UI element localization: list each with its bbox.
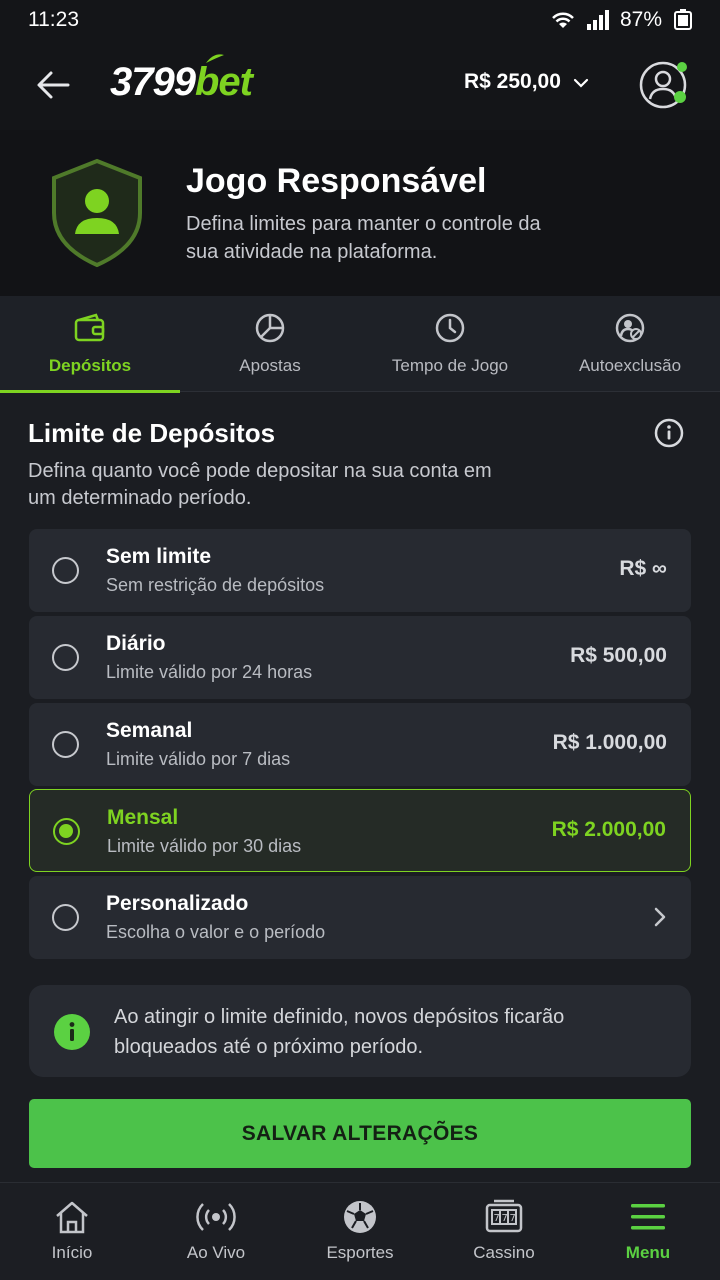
tab-depositos[interactable]: Depósitos bbox=[0, 296, 180, 393]
svg-text:7: 7 bbox=[510, 1213, 516, 1224]
tab-label: Apostas bbox=[239, 356, 301, 375]
logo-number: 3799 bbox=[110, 60, 196, 104]
nav-label: Ao Vivo bbox=[186, 1243, 246, 1262]
option-label: Personalizado bbox=[106, 892, 249, 915]
menu-icon bbox=[628, 1197, 668, 1237]
clock-icon bbox=[434, 312, 466, 344]
back-arrow-icon[interactable] bbox=[32, 64, 74, 106]
option-mensal[interactable]: Mensal Limite válido por 30 dias R$ 2.00… bbox=[29, 789, 691, 872]
nav-label: Cassino bbox=[473, 1243, 535, 1262]
chevron-right-icon bbox=[653, 906, 667, 933]
soccer-ball-icon bbox=[340, 1197, 380, 1237]
wifi-icon bbox=[550, 10, 576, 30]
save-changes-button[interactable]: SALVAR ALTERAÇÕES bbox=[29, 1099, 691, 1168]
top-bar: 3799bet R$ 250,00 bbox=[0, 40, 720, 130]
option-label: Mensal bbox=[107, 806, 179, 829]
svg-text:7: 7 bbox=[502, 1213, 508, 1224]
nav-label: Menu bbox=[625, 1243, 671, 1262]
notice-text: Ao atingir o limite definido, novos depó… bbox=[114, 1006, 565, 1058]
radio-button[interactable] bbox=[52, 731, 79, 758]
page-description: Defina limites para manter o controle da… bbox=[186, 213, 541, 263]
brand-logo[interactable]: 3799bet bbox=[110, 54, 253, 105]
radio-button-selected[interactable] bbox=[53, 818, 80, 845]
status-time: 11:23 bbox=[28, 8, 79, 31]
leaf-icon bbox=[206, 54, 224, 63]
tab-autoexclusao[interactable]: Autoexclusão bbox=[540, 296, 720, 392]
user-profile-icon bbox=[639, 61, 687, 109]
limit-tabs: Depósitos Apostas Tempo de Jogo Autoexcl… bbox=[0, 296, 720, 393]
chevron-down-icon bbox=[573, 70, 589, 94]
info-icon[interactable] bbox=[654, 418, 684, 448]
option-value: R$ 500,00 bbox=[570, 644, 667, 667]
info-filled-icon bbox=[54, 1014, 90, 1050]
radio-button[interactable] bbox=[52, 557, 79, 584]
balance-amount: R$ 250,00 bbox=[464, 70, 561, 93]
tab-label: Autoexclusão bbox=[578, 356, 682, 375]
option-subtitle: Sem restrição de depósitos bbox=[106, 575, 325, 595]
option-label: Diário bbox=[106, 632, 166, 655]
shield-user-icon bbox=[52, 158, 142, 268]
nav-label: Esportes bbox=[326, 1243, 394, 1262]
pie-chart-icon bbox=[254, 312, 286, 344]
limit-notice: Ao atingir o limite definido, novos depó… bbox=[29, 985, 691, 1077]
nav-item-inicio[interactable]: Início bbox=[0, 1183, 144, 1280]
logo-bet: bet bbox=[194, 60, 253, 104]
battery-icon bbox=[672, 9, 694, 31]
option-subtitle: Limite válido por 7 dias bbox=[106, 749, 291, 769]
bottom-navigation: Início Ao Vivo Esportes 777 Cassino Menu bbox=[0, 1182, 720, 1280]
option-sem-limite[interactable]: Sem limite Sem restrição de depósitos R$… bbox=[29, 529, 691, 612]
nav-item-menu[interactable]: Menu bbox=[576, 1183, 720, 1280]
section-description: Defina quanto você pode depositar na sua… bbox=[28, 460, 492, 509]
section-title: Limite de Depósitos bbox=[28, 418, 276, 448]
balance-selector[interactable]: R$ 250,00 bbox=[464, 70, 589, 94]
responsible-gaming-header: Jogo Responsável Defina limites para man… bbox=[0, 130, 720, 296]
option-label: Semanal bbox=[106, 719, 193, 742]
svg-text:7: 7 bbox=[494, 1213, 500, 1224]
option-value: R$ 2.000,00 bbox=[551, 818, 666, 841]
nav-item-esportes[interactable]: Esportes bbox=[288, 1183, 432, 1280]
status-icons: 87% bbox=[550, 8, 694, 32]
nav-label: Início bbox=[51, 1243, 93, 1262]
option-value: R$ 1.000,00 bbox=[552, 731, 667, 754]
tab-label: Tempo de Jogo bbox=[391, 356, 509, 375]
home-icon bbox=[52, 1197, 92, 1237]
status-bar: 11:23 87% bbox=[0, 0, 720, 40]
tab-tempo-de-jogo[interactable]: Tempo de Jogo bbox=[360, 296, 540, 392]
option-diario[interactable]: Diário Limite válido por 24 horas R$ 500… bbox=[29, 616, 691, 699]
self-exclusion-icon bbox=[614, 312, 646, 344]
option-semanal[interactable]: Semanal Limite válido por 7 dias R$ 1.00… bbox=[29, 703, 691, 786]
tab-apostas[interactable]: Apostas bbox=[180, 296, 360, 392]
option-label: Sem limite bbox=[106, 545, 212, 568]
option-subtitle: Limite válido por 30 dias bbox=[107, 836, 302, 856]
slot-machine-icon: 777 bbox=[484, 1197, 524, 1237]
radio-button[interactable] bbox=[52, 644, 79, 671]
signal-icon bbox=[586, 10, 610, 30]
live-broadcast-icon bbox=[196, 1197, 236, 1237]
option-personalizado[interactable]: Personalizado Escolha o valor e o períod… bbox=[29, 876, 691, 959]
nav-item-cassino[interactable]: 777 Cassino bbox=[432, 1183, 576, 1280]
option-subtitle: Escolha o valor e o período bbox=[106, 922, 326, 942]
radio-button[interactable] bbox=[52, 904, 79, 931]
profile-avatar-button[interactable] bbox=[638, 58, 690, 110]
option-subtitle: Limite válido por 24 horas bbox=[106, 662, 313, 682]
tab-label: Depósitos bbox=[48, 356, 132, 375]
wallet-icon bbox=[74, 312, 106, 344]
nav-item-ao-vivo[interactable]: Ao Vivo bbox=[144, 1183, 288, 1280]
option-value: R$ ∞ bbox=[619, 557, 667, 580]
page-title: Jogo Responsável bbox=[186, 162, 487, 200]
battery-text: 87% bbox=[619, 8, 662, 31]
